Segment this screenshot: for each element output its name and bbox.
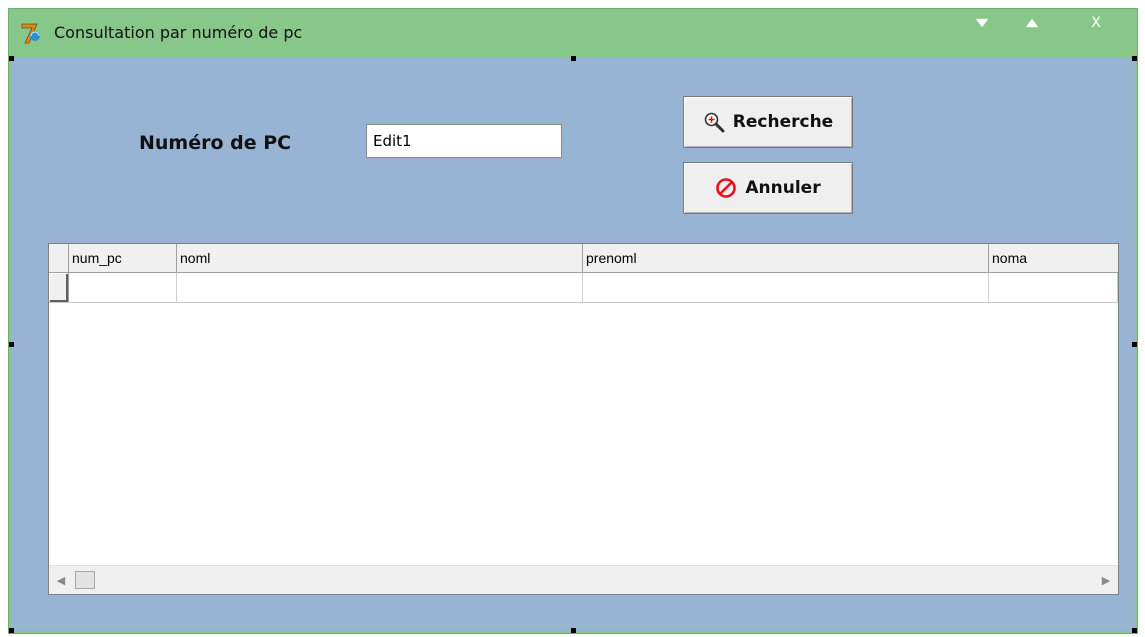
minimize-button[interactable]	[969, 13, 995, 33]
window-title: Consultation par numéro de pc	[54, 23, 303, 42]
title-bar[interactable]: Consultation par numéro de pc X	[9, 9, 1137, 57]
resize-handle-top-left[interactable]	[9, 56, 14, 61]
column-header-num-pc[interactable]: num_pc	[69, 244, 177, 272]
magnifier-plus-icon	[704, 112, 725, 133]
scroll-left-button[interactable]: ◀	[49, 566, 73, 594]
resize-handle-bottom[interactable]	[571, 628, 576, 633]
grid-header-row: num_pc noml prenoml noma	[49, 244, 1118, 273]
cell-num-pc[interactable]	[69, 273, 177, 302]
prohibited-icon	[716, 178, 737, 198]
maximize-button[interactable]	[1019, 13, 1045, 33]
grid-header-indicator	[49, 244, 69, 272]
row-indicator[interactable]	[49, 273, 69, 302]
resize-handle-right[interactable]	[1132, 342, 1137, 347]
horizontal-scrollbar[interactable]: ◀ ▶	[49, 565, 1118, 594]
search-button[interactable]: Recherche	[683, 96, 853, 148]
column-header-noma[interactable]: noma	[989, 244, 1118, 272]
cell-noml[interactable]	[177, 273, 583, 302]
cell-noma[interactable]	[989, 273, 1118, 302]
resize-handle-bottom-left[interactable]	[9, 628, 14, 633]
app-window: Consultation par numéro de pc X Numéro d…	[8, 8, 1138, 634]
cancel-button[interactable]: Annuler	[683, 162, 853, 214]
resize-handle-top-right[interactable]	[1132, 56, 1137, 61]
table-row[interactable]	[49, 273, 1118, 303]
triangle-down-icon	[975, 18, 989, 28]
pc-number-input[interactable]	[366, 124, 562, 158]
chevron-left-icon: ◀	[56, 574, 66, 587]
column-header-prenoml[interactable]: prenoml	[583, 244, 989, 272]
search-button-label: Recherche	[732, 112, 834, 132]
close-button[interactable]: X	[1083, 13, 1109, 33]
results-grid[interactable]: num_pc noml prenoml noma ◀ ▶	[48, 243, 1119, 595]
column-header-noml[interactable]: noml	[177, 244, 583, 272]
pc-number-label: Numéro de PC	[139, 132, 292, 154]
triangle-up-icon	[1025, 18, 1039, 28]
resize-handle-bottom-right[interactable]	[1132, 628, 1137, 633]
scroll-right-button[interactable]: ▶	[1094, 566, 1118, 594]
scrollbar-thumb[interactable]	[75, 571, 95, 589]
close-icon: X	[1091, 15, 1101, 31]
resize-handle-left[interactable]	[9, 342, 14, 347]
app-logo-icon	[21, 23, 40, 44]
cell-prenoml[interactable]	[583, 273, 989, 302]
chevron-right-icon: ▶	[1101, 574, 1111, 587]
resize-handle-top[interactable]	[571, 56, 576, 61]
form-client-area: Numéro de PC Recherche Annuler num_pc no…	[9, 56, 1137, 633]
cancel-button-label: Annuler	[745, 178, 821, 198]
